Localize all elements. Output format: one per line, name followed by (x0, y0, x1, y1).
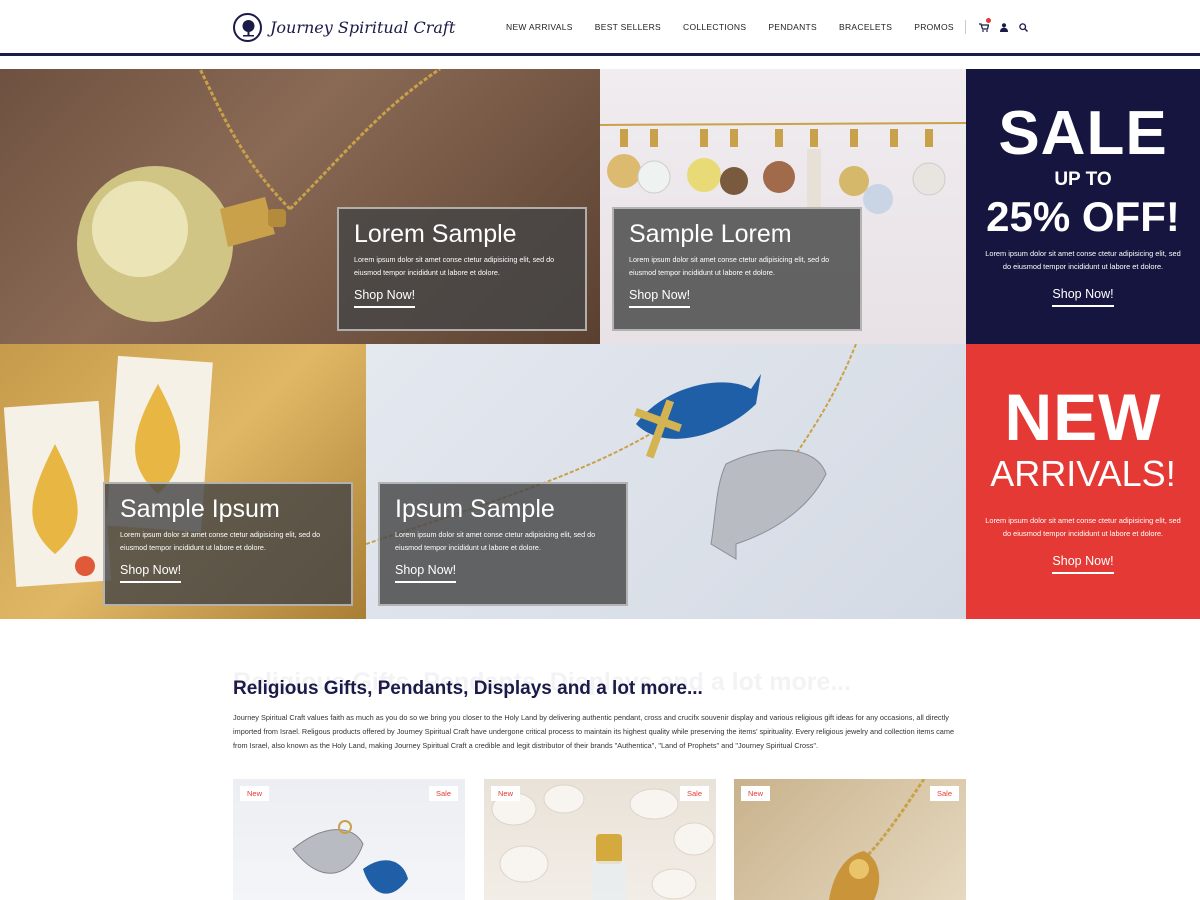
intro-text: Journey Spiritual Craft values faith as … (233, 713, 955, 750)
cart-count-dot (985, 18, 991, 23)
shop-now-link[interactable]: Shop Now! (395, 563, 457, 583)
nav-new-arrivals[interactable]: NEW ARRIVALS (506, 22, 573, 32)
banner-caption: Sample Ipsum Lorem ipsum dolor sit amet … (103, 482, 353, 606)
shop-now-link[interactable]: Shop Now! (354, 288, 416, 308)
search-icon[interactable] (1014, 18, 1034, 36)
new-text: Lorem ipsum dolor sit amet conse ctetur … (985, 516, 1181, 538)
new-arrivals-promo-tile[interactable]: NEW ARRIVALS! Lorem ipsum dolor sit amet… (966, 344, 1200, 619)
banner-text: Lorem ipsum dolor sit amet conse ctetur … (629, 255, 830, 277)
brand-name: Journey Spiritual Craft (270, 17, 456, 37)
banner-text: Lorem ipsum dolor sit amet conse ctetur … (120, 530, 321, 552)
sale-text: Lorem ipsum dolor sit amet conse ctetur … (985, 249, 1181, 271)
banner-title: Ipsum Sample (395, 495, 555, 523)
new-badge: New (491, 786, 521, 801)
banner-caption: Lorem Sample Lorem ipsum dolor sit amet … (337, 207, 587, 331)
new-badge: New (741, 786, 771, 801)
user-icon[interactable] (994, 18, 1014, 36)
banner-text: Lorem ipsum dolor sit amet conse ctetur … (354, 255, 555, 277)
nav-collections[interactable]: COLLECTIONS (683, 22, 746, 32)
sale-badge: Sale (929, 786, 959, 801)
shop-now-link[interactable]: Shop Now! (1052, 287, 1114, 307)
sale-badge: Sale (428, 786, 458, 801)
cart-icon[interactable] (974, 18, 994, 36)
brand-logo[interactable]: Journey Spiritual Craft (233, 11, 455, 43)
intro-title: Religious Gifts, Pendants, Displays and … (233, 678, 703, 699)
shop-now-link[interactable]: Shop Now! (1052, 554, 1114, 574)
product-card[interactable]: New Sale (233, 779, 465, 900)
banner-title: Sample Ipsum (120, 495, 280, 523)
nav-best-sellers[interactable]: BEST SELLERS (595, 22, 661, 32)
banner-caption: Sample Lorem Lorem ipsum dolor sit amet … (612, 207, 862, 331)
new-subheading: ARRIVALS! (990, 453, 1176, 494)
nav-divider (964, 20, 966, 34)
sale-subheading: UP TO (1054, 169, 1112, 190)
main-nav: NEW ARRIVALS BEST SELLERS COLLECTIONS PE… (495, 18, 1034, 36)
tree-logo-icon (233, 12, 262, 42)
nav-promos[interactable]: PROMOS (914, 22, 954, 32)
sale-heading: SALE (998, 99, 1168, 168)
banner-title: Sample Lorem (629, 220, 792, 248)
new-heading: NEW (1004, 380, 1162, 454)
banner-tile-sample-ipsum[interactable]: Sample Ipsum Lorem ipsum dolor sit amet … (0, 344, 366, 619)
banner-tile-ipsum-sample[interactable]: Ipsum Sample Lorem ipsum dolor sit amet … (366, 344, 966, 619)
shop-now-link[interactable]: Shop Now! (629, 288, 691, 308)
sale-percentage: 25% OFF! (986, 193, 1180, 240)
product-card[interactable]: New Sale (734, 779, 966, 900)
shop-now-link[interactable]: Shop Now! (120, 563, 182, 583)
sale-promo-tile[interactable]: SALE UP TO 25% OFF! Lorem ipsum dolor si… (966, 69, 1200, 344)
nav-pendants[interactable]: PENDANTS (768, 22, 817, 32)
nav-bracelets[interactable]: BRACELETS (839, 22, 892, 32)
banner-tile-sample-lorem[interactable]: Sample Lorem Lorem ipsum dolor sit amet … (600, 69, 966, 344)
header-icons (974, 18, 1034, 36)
sale-badge: Sale (679, 786, 709, 801)
site-header: Journey Spiritual Craft NEW ARRIVALS BES… (0, 0, 1200, 56)
banner-text: Lorem ipsum dolor sit amet conse ctetur … (395, 530, 596, 552)
banner-title: Lorem Sample (354, 220, 517, 248)
banner-tile-lorem-sample[interactable]: Lorem Sample Lorem ipsum dolor sit amet … (0, 69, 600, 344)
new-badge: New (240, 786, 270, 801)
banner-caption: Ipsum Sample Lorem ipsum dolor sit amet … (378, 482, 628, 606)
product-card[interactable]: New Sale (484, 779, 716, 900)
